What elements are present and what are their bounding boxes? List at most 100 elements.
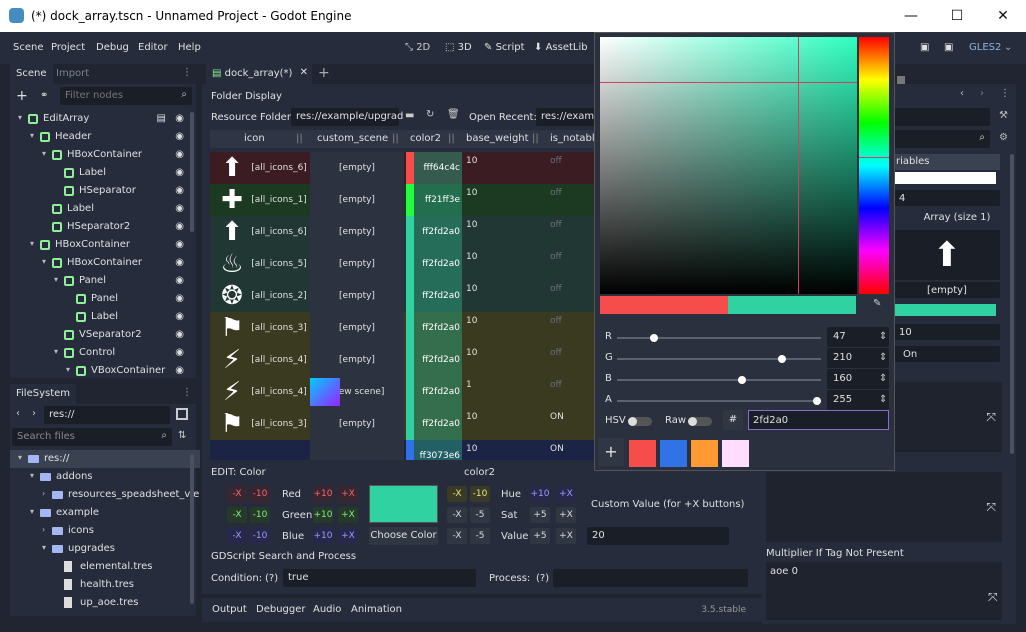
row-icon-preview[interactable]: ⬆	[221, 155, 243, 181]
process-input[interactable]	[553, 569, 748, 587]
script-icon[interactable]: ▤	[157, 113, 166, 124]
color-cell[interactable]: ff2fd2a0	[414, 280, 462, 312]
color-cell[interactable]: fff64c4c	[414, 152, 462, 184]
filter-settings-icon[interactable]: ⚙	[999, 132, 1008, 143]
weight-cell[interactable]: 10	[464, 280, 544, 312]
workspace-2d-button[interactable]: ⤡ 2D	[405, 42, 430, 53]
section-header[interactable]: riables	[894, 154, 1000, 170]
close-tab-icon[interactable]: ✕	[300, 67, 308, 78]
weight-cell[interactable]: 1	[464, 376, 544, 408]
file-item[interactable]: ▾ upgrades	[10, 540, 200, 558]
row-icon-preview[interactable]: ♨	[220, 251, 243, 277]
notable-cell[interactable]: off	[548, 376, 594, 408]
minus-x-button[interactable]: -X	[447, 528, 467, 544]
expand-arrow-icon[interactable]: ›	[42, 525, 45, 534]
notable-cell[interactable]: ON	[548, 408, 594, 440]
plus-step-button[interactable]: +5	[530, 528, 550, 544]
minus-step-button[interactable]: -5	[470, 528, 490, 544]
color-swatch[interactable]	[406, 312, 414, 344]
notable-cell[interactable]: off	[548, 248, 594, 280]
table-row[interactable]: ⬆ [all_icons_6] [empty] fff64c4c 10 off	[210, 152, 594, 184]
row-icon-preview[interactable]: ⚡	[223, 347, 241, 373]
expand-icon[interactable]: ⤧	[988, 590, 998, 605]
tab-scene[interactable]: Scene	[10, 64, 53, 84]
icon-preview[interactable]: ⬆	[894, 230, 1000, 280]
minus-10-button[interactable]: -10	[250, 507, 270, 523]
minimize-button[interactable]: —	[888, 0, 934, 32]
filter-nodes-input[interactable]: Filter nodes ⌕	[60, 87, 192, 105]
dock-menu-icon[interactable]: ⋮	[182, 67, 192, 78]
dock-menu-icon[interactable]: ⋮	[1000, 88, 1010, 99]
plus-x-button[interactable]: +X	[556, 486, 576, 502]
reload-icon[interactable]: ↻	[426, 109, 434, 120]
color-swatch[interactable]	[406, 376, 414, 408]
scrollbar[interactable]	[190, 454, 194, 604]
notable-cell[interactable]: off	[548, 184, 594, 216]
preset-swatch[interactable]	[629, 440, 656, 467]
plus-x-button[interactable]: +X	[556, 528, 576, 544]
array-label[interactable]: Array (size 1)	[912, 212, 1002, 223]
expand-arrow-icon[interactable]: ▾	[18, 113, 22, 122]
icon-cell[interactable]	[252, 440, 306, 460]
table-row[interactable]: ❂ [all_icons_2] [empty] ff2fd2a0 10 off	[210, 280, 594, 312]
minus-x-button[interactable]: -X	[227, 486, 247, 502]
condition-input[interactable]: true	[283, 569, 476, 587]
scene-cell[interactable]: [empty]	[310, 344, 404, 376]
tab-import[interactable]: Import	[50, 64, 95, 84]
scene-cell[interactable]: [empty]	[310, 280, 404, 312]
tools-icon[interactable]: ⚒	[999, 110, 1008, 121]
file-item[interactable]: › icons	[10, 522, 200, 540]
notable-cell[interactable]: ON	[548, 440, 594, 460]
row-icon-preview[interactable]: ⚡	[223, 379, 241, 405]
custom-value-input[interactable]: 20	[587, 527, 729, 545]
row-icon-preview[interactable]: ❂	[221, 283, 243, 309]
plus-10-button[interactable]: +10	[313, 528, 333, 544]
col-custom-scene[interactable]: custom_scene	[317, 133, 388, 144]
expand-icon[interactable]: ⤧	[986, 500, 996, 515]
color-cell[interactable]: ff2fd2a0	[414, 344, 462, 376]
plus-x-button[interactable]: +X	[338, 486, 358, 502]
object-select[interactable]	[894, 108, 990, 126]
visibility-eye-icon[interactable]: ◉	[175, 113, 184, 124]
table-row[interactable]: ✚ [all_icons_1] [empty] ff21ff3e 10 off	[210, 184, 594, 216]
icon-cell[interactable]: [all_icons_4]	[251, 376, 307, 408]
history-forward-icon[interactable]: ›	[980, 88, 984, 99]
minus-x-button[interactable]: -X	[447, 507, 467, 523]
tab-debugger[interactable]: Debugger	[256, 604, 306, 615]
workspace-assetlib-button[interactable]: ⬇ AssetLib	[534, 42, 588, 53]
renderer-select[interactable]: GLES2	[969, 42, 1001, 53]
scrollbar[interactable]	[1010, 154, 1014, 454]
preset-swatch[interactable]	[660, 440, 687, 467]
preset-swatch[interactable]	[722, 440, 749, 467]
expand-arrow-icon[interactable]: ▾	[30, 131, 34, 140]
scene-cell[interactable]	[310, 440, 404, 460]
color-swatch[interactable]	[406, 248, 414, 280]
property-filter[interactable]: ⌕	[894, 130, 990, 148]
row-icon-preview[interactable]: ⬆	[221, 219, 243, 245]
menu-debug[interactable]: Debug	[96, 42, 129, 53]
table-row[interactable]: ⚡ [all_icons_4] [empty] ff2fd2a0 10 off	[210, 344, 594, 376]
workspace-script-button[interactable]: ✎ Script	[484, 42, 525, 53]
color-bar[interactable]	[894, 304, 996, 316]
color-preview-swatch[interactable]	[369, 485, 438, 523]
minus-x-button[interactable]: -X	[227, 507, 247, 523]
color-cell[interactable]: ff3073e6	[414, 440, 462, 460]
workspace-3d-button[interactable]: ⬚ 3D	[445, 42, 472, 53]
color-cell[interactable]: ff2fd2a0	[414, 408, 462, 440]
scene-cell[interactable]: [empty]	[310, 312, 404, 344]
expand-arrow-icon[interactable]: ▾	[42, 543, 46, 552]
tab-audio[interactable]: Audio	[313, 604, 341, 615]
color-swatch[interactable]	[406, 152, 414, 184]
notable-cell[interactable]: off	[548, 344, 594, 376]
play-custom-icon[interactable]: ▣	[944, 42, 953, 53]
icon-cell[interactable]: [all_icons_6]	[251, 152, 307, 184]
file-item[interactable]: up_aoe.tres	[10, 594, 200, 612]
history-back-icon[interactable]: ‹	[960, 88, 964, 99]
minus-10-button[interactable]: -10	[250, 528, 270, 544]
expand-icon[interactable]: ⤧	[986, 410, 996, 425]
num-input[interactable]: 10	[894, 324, 1000, 340]
notable-cell[interactable]: off	[548, 152, 594, 184]
scene-select[interactable]: [empty]	[894, 282, 1000, 298]
white-color-bar[interactable]	[894, 172, 996, 184]
expand-arrow-icon[interactable]: ▾	[30, 507, 34, 516]
